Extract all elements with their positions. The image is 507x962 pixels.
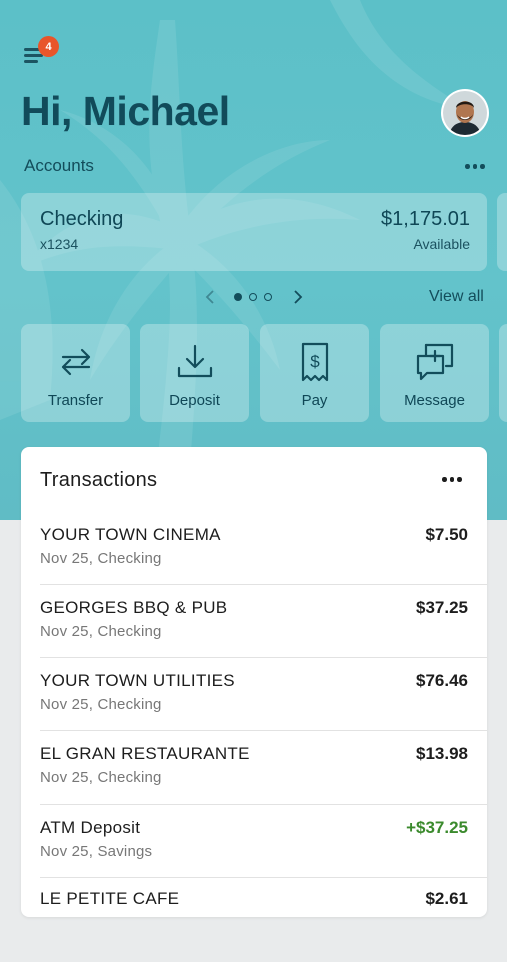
balance-label: Available <box>413 236 470 252</box>
transaction-row[interactable]: YOUR TOWN UTILITIES $76.46 Nov 25, Check… <box>40 671 468 744</box>
more-actions-peek[interactable] <box>499 324 507 422</box>
divider <box>40 804 487 805</box>
hero-background: 4 Hi, Michael Accounts Checking x1234 $1… <box>0 0 507 520</box>
transactions-card: Transactions YOUR TOWN CINEMA $7.50 Nov … <box>21 447 487 917</box>
notification-badge: 4 <box>38 36 59 57</box>
avatar-icon <box>443 91 487 135</box>
transaction-detail: Nov 25, Savings <box>40 843 153 860</box>
chevron-right-icon[interactable] <box>292 289 304 305</box>
deposit-button[interactable]: Deposit <box>140 324 249 422</box>
greeting-title: Hi, Michael <box>21 88 230 134</box>
more-icon <box>442 477 447 482</box>
view-all-link[interactable]: View all <box>429 288 484 306</box>
chevron-left-icon[interactable] <box>204 289 216 305</box>
pay-icon: $ <box>301 342 329 382</box>
divider <box>40 584 487 585</box>
account-name: Checking <box>40 208 124 230</box>
divider <box>40 657 487 658</box>
transaction-merchant: EL GRAN RESTAURANTE <box>40 744 250 763</box>
transaction-row[interactable]: GEORGES BBQ & PUB $37.25 Nov 25, Checkin… <box>40 598 468 671</box>
message-button[interactable]: Message <box>380 324 489 422</box>
transfer-button[interactable]: Transfer <box>21 324 130 422</box>
account-card-checking[interactable]: Checking x1234 $1,175.01 Available <box>21 193 487 271</box>
transaction-detail: Nov 25, Checking <box>40 696 162 713</box>
transaction-amount: $7.50 <box>425 525 468 544</box>
pay-label: Pay <box>301 392 328 409</box>
transaction-amount: $13.98 <box>416 744 468 763</box>
page-dot-2 <box>249 293 257 301</box>
transaction-row[interactable]: EL GRAN RESTAURANTE $13.98 Nov 25, Check… <box>40 744 468 817</box>
transaction-merchant: GEORGES BBQ & PUB <box>40 598 228 617</box>
svg-text:$: $ <box>310 352 320 371</box>
transaction-detail: Nov 25, Checking <box>40 769 162 786</box>
page-dot-3 <box>264 293 272 301</box>
transaction-amount: $37.25 <box>416 598 468 617</box>
deposit-icon <box>177 344 213 378</box>
message-label: Message <box>404 392 465 409</box>
transaction-merchant: YOUR TOWN CINEMA <box>40 525 221 544</box>
deposit-label: Deposit <box>169 392 220 409</box>
transaction-detail: Nov 25, Checking <box>40 550 162 567</box>
account-number: x1234 <box>40 236 79 252</box>
divider <box>40 877 487 878</box>
message-icon <box>416 343 454 381</box>
transactions-title: Transactions <box>40 469 158 491</box>
pay-button[interactable]: $ Pay <box>260 324 369 422</box>
accounts-label: Accounts <box>24 156 94 175</box>
accounts-more-button[interactable] <box>462 158 488 174</box>
next-account-card[interactable] <box>497 193 507 271</box>
transaction-merchant: ATM Deposit <box>40 818 141 837</box>
page-dot-1 <box>234 293 242 301</box>
more-icon <box>465 164 470 169</box>
transfer-label: Transfer <box>47 392 104 409</box>
divider <box>40 730 487 731</box>
transaction-detail: Nov 25, Checking <box>40 623 162 640</box>
transaction-amount: $76.46 <box>416 671 468 690</box>
transfer-icon <box>61 348 91 376</box>
transaction-row[interactable]: YOUR TOWN CINEMA $7.50 Nov 25, Checking <box>40 525 468 598</box>
profile-avatar[interactable] <box>443 91 487 135</box>
transaction-merchant: LE PETITE CAFE <box>40 889 180 908</box>
transaction-merchant: YOUR TOWN UTILITIES <box>40 671 235 690</box>
transactions-more-button[interactable] <box>439 471 465 487</box>
transaction-row[interactable]: ATM Deposit +$37.25 Nov 25, Savings <box>40 818 468 891</box>
transaction-amount: $2.61 <box>425 889 468 908</box>
transaction-amount: +$37.25 <box>406 818 468 837</box>
account-balance: $1,175.01 <box>381 208 470 230</box>
